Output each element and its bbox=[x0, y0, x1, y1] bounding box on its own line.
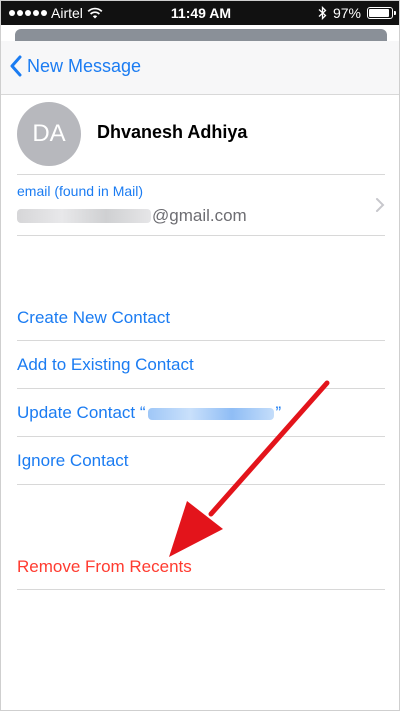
divider bbox=[17, 436, 385, 437]
divider bbox=[17, 388, 385, 389]
divider bbox=[17, 484, 385, 485]
status-bar: Airtel 11:49 AM 97% bbox=[1, 1, 399, 25]
email-domain: @gmail.com bbox=[152, 206, 247, 225]
create-new-contact-button[interactable]: Create New Contact bbox=[17, 308, 170, 328]
avatar: DA bbox=[17, 102, 81, 166]
email-value: @gmail.com bbox=[17, 206, 247, 226]
contact-header: DA Dhvanesh Adhiya bbox=[1, 95, 399, 173]
chevron-right-icon bbox=[376, 198, 385, 212]
redacted-contact-name bbox=[147, 407, 274, 420]
battery-percent: 97% bbox=[332, 5, 361, 21]
divider bbox=[17, 340, 385, 341]
back-button-label: New Message bbox=[27, 55, 142, 76]
update-contact-prefix: Update Contact “ bbox=[17, 403, 146, 422]
divider bbox=[17, 589, 385, 590]
status-right: 97% bbox=[318, 5, 396, 21]
divider bbox=[17, 235, 385, 236]
email-row[interactable]: email (found in Mail) @gmail.com bbox=[1, 175, 399, 235]
battery-icon bbox=[367, 7, 396, 19]
add-to-existing-contact-button[interactable]: Add to Existing Contact bbox=[17, 355, 194, 375]
back-button[interactable]: New Message bbox=[9, 55, 141, 77]
redacted-email-user bbox=[17, 209, 151, 223]
email-label: email (found in Mail) bbox=[17, 183, 144, 199]
ignore-contact-button[interactable]: Ignore Contact bbox=[17, 451, 129, 471]
bluetooth-icon bbox=[318, 6, 327, 20]
update-contact-suffix: ” bbox=[275, 403, 282, 422]
phone-screen: Airtel 11:49 AM 97% New Message DA Dhvan… bbox=[0, 0, 400, 711]
battery-fill bbox=[369, 9, 390, 17]
contact-name: Dhvanesh Adhiya bbox=[97, 122, 248, 142]
navigation-bar: New Message bbox=[1, 41, 399, 95]
remove-from-recents-button[interactable]: Remove From Recents bbox=[17, 557, 192, 577]
update-contact-button[interactable]: Update Contact “ ” bbox=[17, 403, 281, 423]
contact-sheet: New Message DA Dhvanesh Adhiya email (fo… bbox=[1, 41, 399, 710]
chevron-left-icon bbox=[10, 55, 22, 77]
